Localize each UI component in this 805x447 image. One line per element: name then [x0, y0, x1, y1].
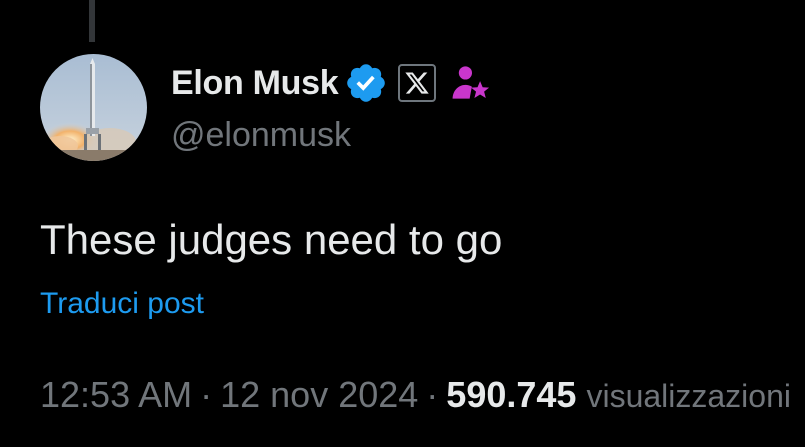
x-logo-icon[interactable]	[398, 64, 437, 102]
author-display-name[interactable]: Elon Musk	[171, 64, 339, 103]
views-label[interactable]: visualizzazioni	[586, 378, 791, 414]
post-meta: 12:53 AM · 12 nov 2024 · 590.745 visualizzaz…	[40, 374, 791, 416]
meta-separator: ·	[426, 374, 439, 415]
profile-star-icon[interactable]	[448, 61, 492, 105]
author-name-row: Elon Musk	[171, 58, 492, 108]
meta-separator: ·	[200, 374, 213, 415]
post-text: These judges need to go	[40, 216, 503, 263]
translate-post-link[interactable]: Traduci post	[40, 287, 204, 321]
views-count[interactable]: 590.745	[446, 374, 576, 415]
avatar[interactable]	[40, 54, 147, 161]
post-time[interactable]: 12:53 AM	[40, 374, 192, 415]
rocket-launch-avatar-icon	[40, 54, 147, 161]
author-handle[interactable]: @elonmusk	[171, 116, 351, 155]
verified-badge-icon[interactable]	[344, 61, 388, 105]
post-date[interactable]: 12 nov 2024	[220, 374, 418, 415]
thread-connector-line	[89, 0, 95, 42]
